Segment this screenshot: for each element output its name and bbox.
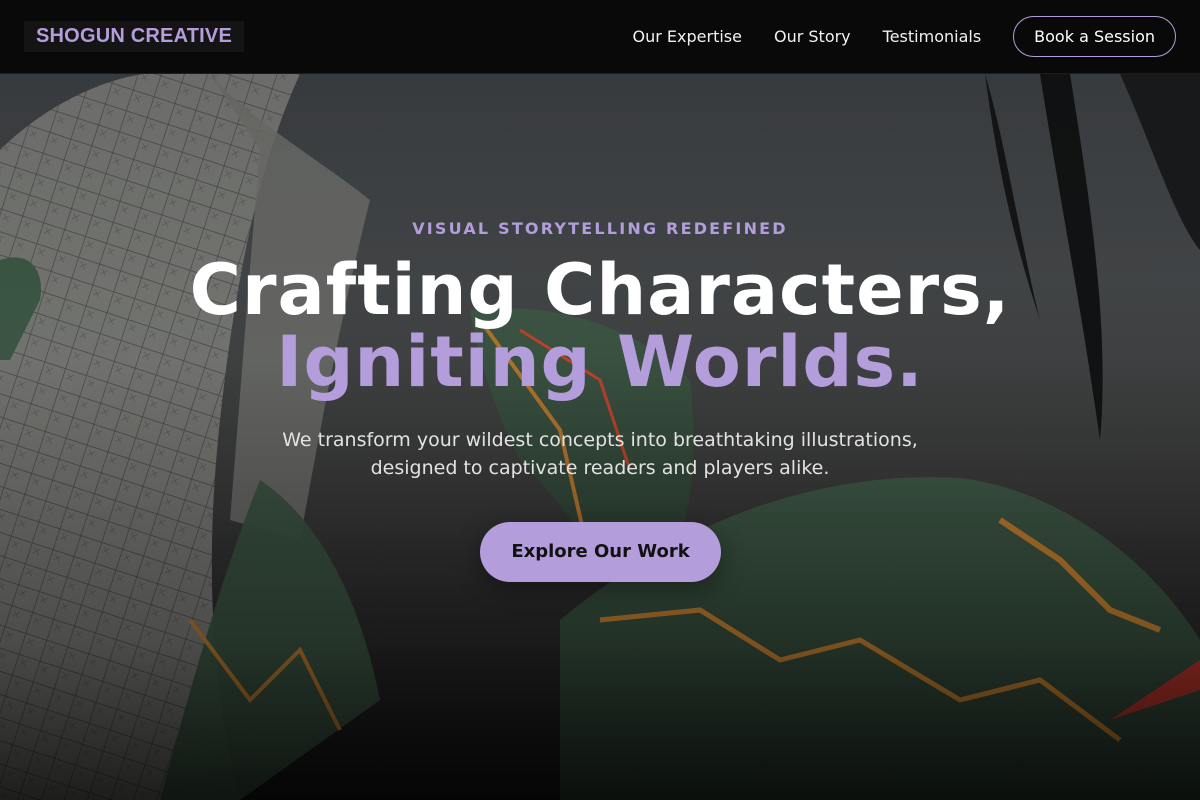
nav-link-testimonials[interactable]: Testimonials — [883, 27, 982, 46]
brand-logo[interactable]: SHOGUN CREATIVE — [24, 21, 244, 52]
book-session-button[interactable]: Book a Session — [1013, 16, 1176, 57]
hero-subtext: We transform your wildest concepts into … — [282, 429, 918, 479]
nav-link-expertise[interactable]: Our Expertise — [633, 27, 742, 46]
hero-headline-line2: Igniting Worlds. — [276, 321, 924, 403]
hero-content: VISUAL STORYTELLING REDEFINED Crafting C… — [0, 0, 1200, 800]
nav-links: Our Expertise Our Story Testimonials Boo… — [633, 16, 1176, 57]
hero-eyebrow: VISUAL STORYTELLING REDEFINED — [412, 219, 788, 238]
top-navbar: SHOGUN CREATIVE Our Expertise Our Story … — [0, 0, 1200, 74]
hero-headline: Crafting Characters, Igniting Worlds. — [0, 254, 1200, 398]
explore-work-button[interactable]: Explore Our Work — [480, 522, 721, 582]
hero-headline-line1: Crafting Characters, — [189, 249, 1011, 331]
nav-link-story[interactable]: Our Story — [774, 27, 851, 46]
